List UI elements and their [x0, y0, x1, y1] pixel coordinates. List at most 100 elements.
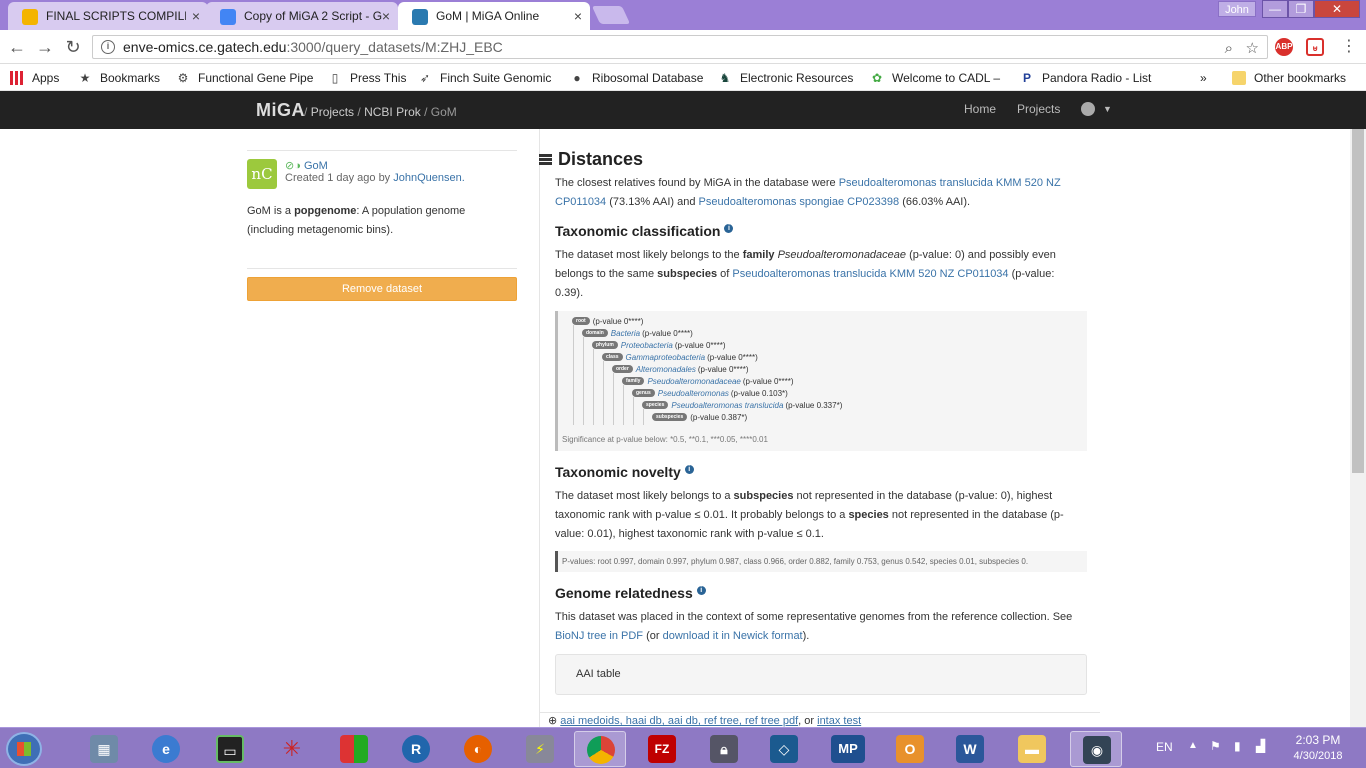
taskbar-mp[interactable]: MP: [822, 731, 874, 767]
bookmark-pandora[interactable]: P Pandora Radio - List: [1020, 69, 1158, 87]
tab-close-icon[interactable]: ×: [192, 8, 200, 24]
intax-test-link[interactable]: intax test: [817, 715, 861, 727]
taskbar-virtualbox[interactable]: ◇: [758, 731, 810, 767]
reload-icon[interactable]: ↻: [62, 36, 84, 58]
network-signal-icon[interactable]: ▟: [1256, 739, 1265, 753]
bookmark-other[interactable]: Other bookmarks: [1232, 69, 1346, 87]
taskbar-network[interactable]: ✳: [266, 731, 318, 767]
browser-toolbar: ← → ↻ i enve-omics.ce.gatech.edu :3000/q…: [0, 30, 1366, 64]
miga-favicon-icon: [412, 9, 428, 25]
taskbar-putty[interactable]: ⚡: [514, 731, 566, 767]
tab-gom-miga[interactable]: GoM | MiGA Online ×: [398, 2, 590, 30]
bionj-tree-pdf-link[interactable]: BioNJ tree in PDF: [555, 630, 643, 642]
aai-table-panel[interactable]: AAI table: [555, 654, 1087, 695]
breadcrumb-projects[interactable]: Projects: [311, 105, 354, 119]
taxon-link[interactable]: Proteobacteria: [621, 341, 673, 350]
result-file-links[interactable]: aai medoids, haai db, aai db, ref tree, …: [560, 715, 798, 727]
bookmark-star-icon[interactable]: ☆: [1246, 40, 1259, 57]
page-scrollbar[interactable]: [1350, 129, 1366, 727]
back-arrow-icon[interactable]: ←: [6, 36, 28, 58]
pocket-icon[interactable]: ⊍: [1306, 38, 1324, 56]
bird-icon: ➶: [419, 71, 431, 85]
help-info-icon[interactable]: i: [684, 465, 694, 475]
taskbar-r[interactable]: R: [390, 731, 442, 767]
taskbar-ie[interactable]: e: [140, 731, 192, 767]
taxon-link[interactable]: Alteromonadales: [636, 365, 696, 374]
bookmark-apps[interactable]: Apps: [10, 69, 59, 87]
text: subspecies: [733, 490, 794, 502]
taskbar-calculator[interactable]: ▦: [78, 731, 130, 767]
pandora-icon: P: [1022, 71, 1031, 85]
bookmark-press-this[interactable]: ▯ Press This: [328, 69, 407, 87]
menu-kebab-icon[interactable]: ⋮: [1338, 36, 1360, 58]
start-button[interactable]: [6, 732, 42, 766]
bookmarks-overflow-chevron-icon[interactable]: »: [1200, 69, 1207, 87]
nav-projects-link[interactable]: Projects: [1017, 102, 1060, 116]
folder-explorer-icon: ▬: [1018, 735, 1046, 763]
taxon-link[interactable]: Gammaproteobacteria: [626, 353, 706, 362]
minimize-button[interactable]: —: [1262, 0, 1288, 18]
language-indicator[interactable]: EN: [1156, 740, 1173, 754]
taskbar-camera[interactable]: ◉: [1070, 731, 1122, 767]
tab-final-scripts[interactable]: FINAL SCRIPTS COMPILE ×: [8, 2, 208, 30]
user-globe-icon[interactable]: [1081, 102, 1095, 116]
profile-button[interactable]: John: [1218, 1, 1256, 17]
bookmark-ribosomal-db[interactable]: ● Ribosomal Database: [570, 69, 706, 87]
subspecies-link[interactable]: Pseudoalteromonas translucida KMM 520 NZ…: [732, 268, 1008, 280]
taxon-link[interactable]: Pseudoalteromonas: [658, 389, 729, 398]
family-name: Pseudoalteromonadaceae: [777, 249, 907, 261]
pvalue-text: (p-value 0****): [697, 364, 749, 374]
clock-date[interactable]: 4/30/2018: [1290, 750, 1346, 762]
scrollbar-thumb[interactable]: [1352, 129, 1364, 473]
action-center-flag-icon[interactable]: ⚑: [1210, 739, 1221, 753]
help-info-icon[interactable]: i: [696, 586, 706, 596]
bookmark-cadl[interactable]: ✿ Welcome to CADL –: [870, 69, 1008, 87]
forward-arrow-icon[interactable]: →: [34, 36, 56, 58]
taxon-link[interactable]: Pseudoalteromonadaceae: [647, 377, 740, 386]
maximize-button[interactable]: ❐: [1288, 0, 1314, 18]
tab-close-icon[interactable]: ×: [574, 8, 582, 24]
miga-brand-logo[interactable]: MiGA: [256, 100, 305, 121]
caret-down-icon[interactable]: ▼: [1103, 104, 1112, 114]
bookmark-finch-suite[interactable]: ➶ Finch Suite Genomic: [418, 69, 556, 87]
help-info-icon[interactable]: i: [724, 224, 734, 234]
bookmark-functional-gene[interactable]: ⚙ Functional Gene Pipe: [176, 69, 314, 87]
nav-home-link[interactable]: Home: [964, 102, 996, 116]
taxon-link[interactable]: Pseudoalteromonas translucida: [671, 401, 783, 410]
taskbar-word[interactable]: W: [944, 731, 996, 767]
remove-dataset-button[interactable]: Remove dataset: [247, 277, 517, 301]
taxon-link[interactable]: Bacteria: [611, 329, 640, 338]
created-user-link[interactable]: JohnQuensen.: [393, 172, 465, 184]
expand-plus-icon[interactable]: ⊕: [548, 715, 557, 727]
address-bar[interactable]: i enve-omics.ce.gatech.edu :3000/query_d…: [92, 35, 1268, 59]
dataset-name[interactable]: GoM: [304, 160, 328, 172]
bookmark-label: Bookmarks: [100, 71, 161, 85]
rank-badge: phylum: [592, 341, 618, 349]
filezilla-icon: FZ: [648, 735, 676, 763]
tab-close-icon[interactable]: ×: [382, 8, 390, 24]
taskbar-security[interactable]: 🔒︎: [698, 731, 750, 767]
breadcrumb-project[interactable]: NCBI Prok: [364, 105, 421, 119]
clock-time[interactable]: 2:03 PM: [1292, 733, 1344, 747]
newick-download-link[interactable]: download it in Newick format: [663, 630, 803, 642]
closest-relative-2-link[interactable]: Pseudoalteromonas spongiae CP023398: [699, 196, 900, 208]
power-icon[interactable]: ▮: [1234, 739, 1241, 753]
bookmark-electronic-resources[interactable]: ♞ Electronic Resources: [718, 69, 856, 87]
taskbar-outlook[interactable]: O: [884, 731, 936, 767]
tray-expand-icon[interactable]: ▲: [1188, 740, 1198, 751]
taskbar-office[interactable]: [328, 731, 380, 767]
taskbar-explorer[interactable]: ▬: [1006, 731, 1058, 767]
taskbar-terminal[interactable]: ▭: [204, 731, 256, 767]
taskbar-chrome[interactable]: [574, 731, 626, 767]
text: subspecies: [657, 268, 718, 280]
site-info-icon[interactable]: i: [101, 40, 115, 54]
adblock-plus-icon[interactable]: ABP: [1275, 38, 1293, 56]
zoom-search-icon[interactable]: ⌕: [1225, 40, 1233, 57]
taskbar-filezilla[interactable]: FZ: [636, 731, 688, 767]
taskbar-firefox[interactable]: ◐: [452, 731, 504, 767]
close-window-button[interactable]: ✕: [1314, 0, 1360, 18]
tab-miga-script[interactable]: Copy of MiGA 2 Script - G ×: [206, 2, 398, 30]
bookmark-bookmarks[interactable]: ★ Bookmarks: [78, 69, 160, 87]
taxonomic-classification-text: The dataset most likely belongs to the f…: [555, 246, 1085, 303]
new-tab-button[interactable]: [591, 6, 631, 24]
